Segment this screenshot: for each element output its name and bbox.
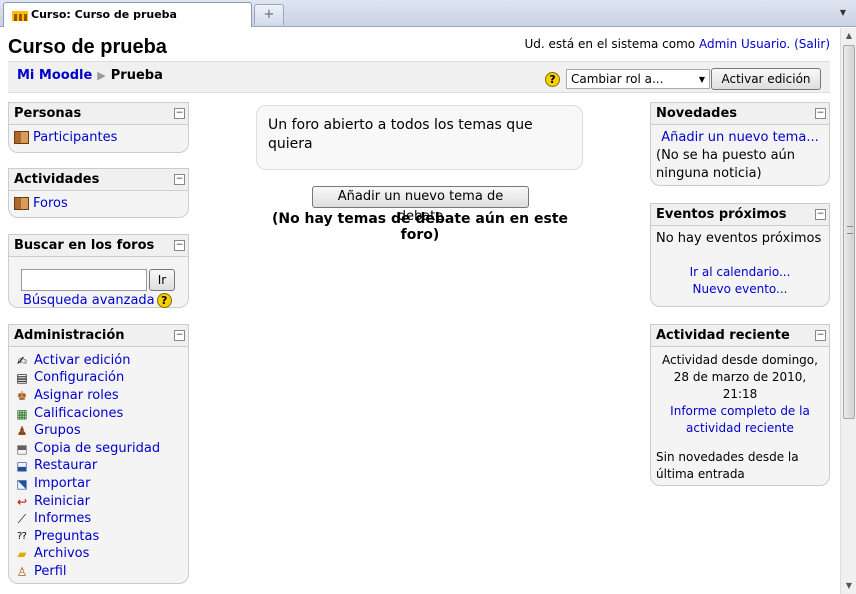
role-select[interactable]: Cambiar rol a... ▼ <box>566 69 710 89</box>
calendar-link[interactable]: Ir al calendario... <box>690 265 791 279</box>
roles-icon: ♚ <box>16 388 28 403</box>
admin-item[interactable]: Preguntas <box>34 528 99 546</box>
page-title: Curso de prueba <box>8 36 167 58</box>
participants-link[interactable]: Participantes <box>33 129 117 147</box>
questions-icon: ⁇ <box>17 530 27 542</box>
help-icon[interactable]: ? <box>156 293 172 308</box>
hide-block-icon[interactable]: − <box>815 209 826 220</box>
vertical-scrollbar[interactable]: ▲ ▼ <box>840 28 856 594</box>
backup-icon: ⬒ <box>16 441 28 456</box>
breadcrumb: Mi Moodle ▶ Prueba <box>17 68 163 83</box>
block-title: Actividad reciente <box>656 328 790 343</box>
block-buscar-foros: Buscar en los foros − Ir Búsqueda avanzad… <box>8 234 189 308</box>
block-title: Novedades <box>656 106 738 121</box>
grades-icon: ▦ <box>16 406 28 421</box>
advanced-search-link[interactable]: Búsqueda avanzada <box>23 293 155 308</box>
breadcrumb-home[interactable]: Mi Moodle <box>17 68 92 83</box>
add-news-link[interactable]: Añadir un nuevo tema... <box>661 130 818 145</box>
moodle-favicon-icon <box>12 11 28 21</box>
page-content: Curso de prueba Ud. está en el sistema c… <box>0 28 840 594</box>
block-title: Personas <box>14 106 82 121</box>
block-actividades: Actividades − Foros <box>8 168 189 218</box>
no-events-text: No hay eventos próximos <box>656 231 822 246</box>
advanced-search: Búsqueda avanzada? <box>23 293 172 308</box>
block-title: Actividades <box>14 172 100 187</box>
block-administracion: Administración − ✍ Activar edición ▤ Config… <box>8 324 189 584</box>
admin-item[interactable]: Grupos <box>34 422 81 440</box>
hide-block-icon[interactable]: − <box>174 174 185 185</box>
breadcrumb-separator-icon: ▶ <box>97 69 106 82</box>
import-icon: ⬔ <box>16 476 28 491</box>
block-actividad-reciente: Actividad reciente − Actividad desde domi… <box>650 324 830 486</box>
login-prefix: Ud. está en el sistema como <box>524 37 696 51</box>
admin-item[interactable]: Importar <box>34 475 90 493</box>
hide-block-icon[interactable]: − <box>815 330 826 341</box>
user-link[interactable]: Admin Usuario. <box>699 37 790 51</box>
help-icon[interactable]: ? <box>545 72 560 87</box>
activity-since-text: Actividad desde domingo, 28 de marzo de … <box>662 353 818 401</box>
forum-intro-text: Un foro abierto a todos los temas que qu… <box>268 117 533 152</box>
browser-tab[interactable]: Curso: Curso de prueba <box>3 2 252 27</box>
settings-icon: ▤ <box>16 371 28 386</box>
turn-editing-on-button[interactable]: Activar edición <box>711 68 821 90</box>
admin-item[interactable]: Activar edición <box>34 352 130 370</box>
people-icon <box>14 131 29 145</box>
scrollbar-thumb[interactable] <box>843 45 855 419</box>
new-event-link[interactable]: Nuevo evento... <box>693 282 788 296</box>
hide-block-icon[interactable]: − <box>174 240 185 251</box>
search-go-button[interactable]: Ir <box>149 269 175 291</box>
reset-icon: ↩ <box>16 494 28 509</box>
tab-list-icon[interactable]: ▼ <box>838 6 848 20</box>
admin-item[interactable]: Restaurar <box>34 457 97 475</box>
hide-block-icon[interactable]: − <box>174 330 185 341</box>
block-title: Administración <box>14 328 125 343</box>
no-updates-text: Sin novedades desde la última entrada <box>656 450 799 481</box>
block-title: Buscar en los foros <box>14 238 155 253</box>
block-title: Eventos próximos <box>656 207 787 222</box>
restore-icon: ⬓ <box>16 459 28 474</box>
block-novedades: Novedades − Añadir un nuevo tema... (No s… <box>650 102 830 186</box>
new-tab-button[interactable]: + <box>254 4 284 25</box>
scroll-down-icon[interactable]: ▼ <box>841 578 856 594</box>
admin-item[interactable]: Reiniciar <box>34 493 90 511</box>
no-news-text: (No se ha puesto aún ninguna noticia) <box>656 148 796 181</box>
folder-icon: ▰ <box>17 547 27 562</box>
chevron-down-icon: ▼ <box>698 75 705 84</box>
breadcrumb-current: Prueba <box>110 68 163 83</box>
logout-link[interactable]: (Salir) <box>794 37 830 51</box>
no-topics-message: (No hay temas de debate aún en este foro… <box>271 211 569 243</box>
hide-block-icon[interactable]: − <box>815 108 826 119</box>
edit-icon: ✍ <box>16 353 28 368</box>
role-select-value: Cambiar rol a... <box>571 72 664 86</box>
admin-item[interactable]: Archivos <box>34 545 89 563</box>
block-personas: Personas − Participantes <box>8 102 189 153</box>
forum-icon <box>14 197 29 211</box>
admin-item[interactable]: Perfil <box>34 563 67 581</box>
admin-item[interactable]: Calificaciones <box>34 405 123 423</box>
block-eventos: Eventos próximos − No hay eventos próximo… <box>650 203 830 307</box>
admin-item[interactable]: Asignar roles <box>34 387 119 405</box>
browser-tab-title: Curso: Curso de prueba <box>31 8 177 21</box>
forum-search-input[interactable] <box>21 269 147 291</box>
admin-item[interactable]: Configuración <box>34 369 124 387</box>
forums-link[interactable]: Foros <box>33 195 68 213</box>
forum-intro-box: Un foro abierto a todos los temas que qu… <box>256 105 583 170</box>
admin-item[interactable]: Copia de seguridad <box>34 440 160 458</box>
login-info: Ud. está en el sistema como Admin Usuari… <box>525 37 830 51</box>
groups-icon: ♟ <box>16 424 28 439</box>
reports-icon: ⟋ <box>17 512 27 527</box>
browser-tab-bar: Curso: Curso de prueba + ▼ <box>0 0 856 27</box>
add-discussion-button[interactable]: Añadir un nuevo tema de debate <box>312 186 529 224</box>
navbar: Mi Moodle ▶ Prueba ? Cambiar rol a... ▼ Ac… <box>8 61 830 93</box>
full-report-link[interactable]: Informe completo de la actividad recient… <box>670 404 810 435</box>
scroll-up-icon[interactable]: ▲ <box>841 28 856 44</box>
profile-icon: ♙ <box>16 564 28 579</box>
hide-block-icon[interactable]: − <box>174 108 185 119</box>
grip-icon <box>847 226 853 234</box>
admin-item[interactable]: Informes <box>34 510 91 528</box>
